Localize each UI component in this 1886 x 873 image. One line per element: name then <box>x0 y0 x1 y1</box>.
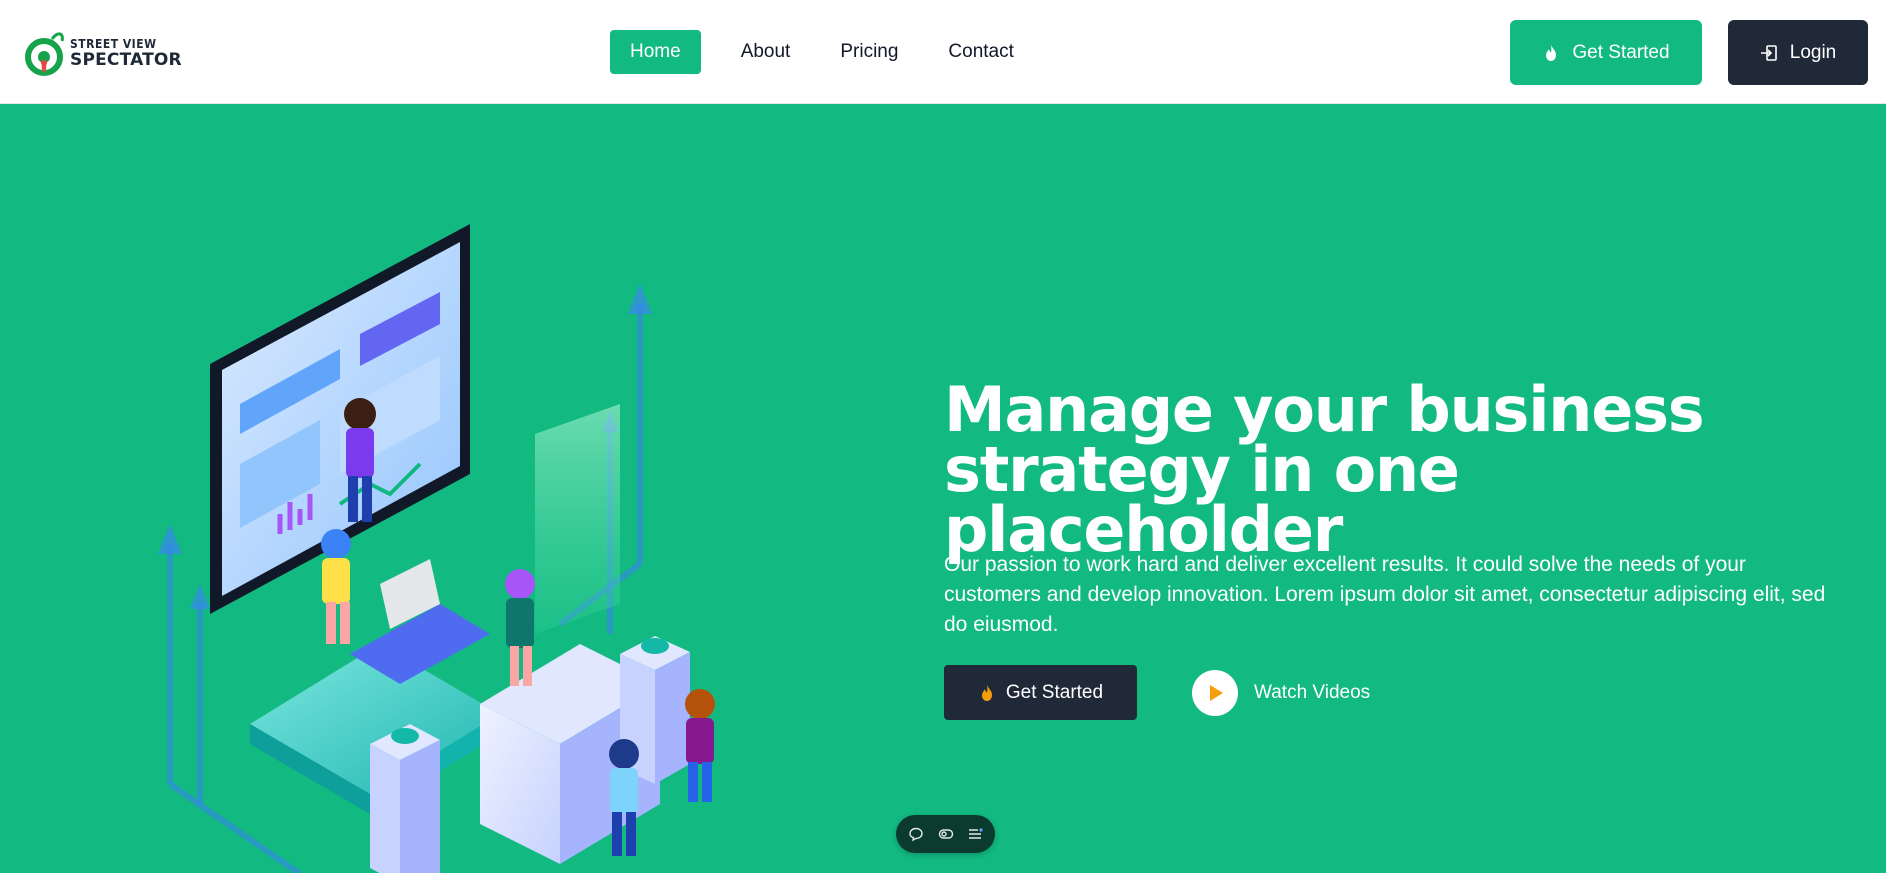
logo-line2: SPECTATOR <box>70 49 182 70</box>
toggle-icon[interactable] <box>936 824 956 844</box>
login-label: Login <box>1789 41 1837 63</box>
hero-get-started-label: Get Started <box>1005 681 1104 703</box>
logo-line1: STREET VIEW <box>70 36 157 51</box>
brand-logo[interactable]: STREET VIEW SPECTATOR <box>24 28 182 78</box>
hero-section: Manage your business strategy in one pla… <box>0 104 1886 873</box>
login-icon <box>1760 44 1778 62</box>
menu-icon[interactable] <box>965 824 985 844</box>
hero-title-line2: strategy in one placeholder <box>944 433 1460 566</box>
watch-videos-label: Watch Videos <box>1254 682 1371 703</box>
logo-wordmark: STREET VIEW SPECTATOR <box>70 38 182 69</box>
get-started-button[interactable]: Get Started <box>1510 20 1702 85</box>
get-started-label: Get Started <box>1572 41 1670 63</box>
hero-title: Manage your business strategy in one pla… <box>944 373 1844 566</box>
flame-icon <box>978 684 996 702</box>
hero-description: Our passion to work hard and deliver exc… <box>944 553 1826 636</box>
chat-icon[interactable] <box>906 824 926 844</box>
login-button[interactable]: Login <box>1728 20 1868 85</box>
logo-pin-icon <box>24 29 68 77</box>
hero-illustration <box>140 184 820 873</box>
floating-toolbar <box>896 815 995 853</box>
hero-get-started-button[interactable]: Get Started <box>944 665 1137 720</box>
flame-icon <box>1542 44 1560 62</box>
nav-item-pricing[interactable]: Pricing <box>820 30 918 74</box>
watch-videos-button[interactable]: Watch Videos <box>1192 670 1370 716</box>
play-icon <box>1192 670 1238 716</box>
nav-item-contact[interactable]: Contact <box>928 30 1033 74</box>
nav-item-about[interactable]: About <box>721 30 811 74</box>
site-header: STREET VIEW SPECTATOR Home About Pricing… <box>0 0 1886 104</box>
nav-item-home[interactable]: Home <box>610 30 701 74</box>
main-nav: Home About Pricing Contact <box>610 30 1044 74</box>
hero-title-line1: Manage your business <box>944 373 1705 446</box>
